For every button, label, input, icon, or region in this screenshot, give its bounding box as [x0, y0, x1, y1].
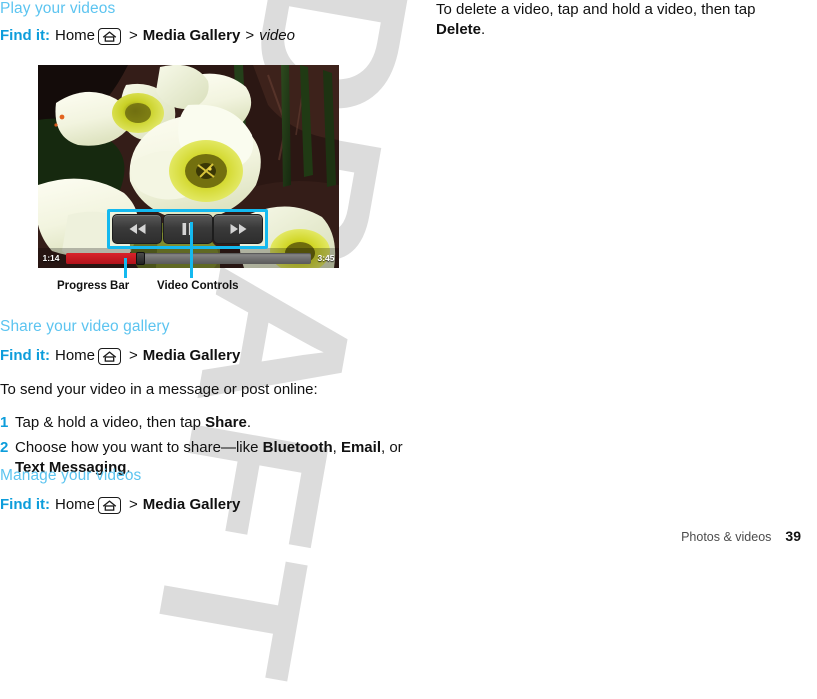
- emphasis-text: Share: [205, 413, 247, 431]
- callout-label-video-controls: Video Controls: [157, 280, 239, 292]
- step-number: 1: [0, 413, 9, 431]
- callout-leader-progress-bar: [124, 258, 127, 278]
- left-column: Play your videos Find it: Home > Media G…: [0, 0, 418, 556]
- find-it-path-2: Find it: Home > Media Gallery: [0, 347, 418, 366]
- plain-text: .: [246, 413, 252, 431]
- plain-text: To delete a video, tap and hold a video,…: [436, 1, 756, 18]
- path-target-media-gallery: Media Gallery: [142, 346, 241, 364]
- section-manage-your-videos: Manage your videos Find it: Home > Media…: [0, 467, 418, 515]
- path-target-media-gallery: Media Gallery: [142, 495, 241, 513]
- home-icon: [98, 347, 121, 365]
- path-separator-1: >: [129, 495, 138, 513]
- path-separator-2: >: [245, 26, 255, 44]
- emphasis-text: Bluetooth: [262, 439, 333, 457]
- callout-label-progress-bar: Progress Bar: [57, 280, 130, 292]
- section-heading-manage-videos: Manage your videos: [0, 467, 142, 484]
- section-share-your-video-gallery: Share your video gallery Find it: Home >…: [0, 318, 418, 484]
- plain-text: Tap & hold a video, then tap: [15, 413, 206, 431]
- progress-thumb[interactable]: [135, 251, 145, 265]
- section-heading-play-videos: Play your videos: [0, 0, 116, 17]
- video-player-figure: 1:14 3:45: [38, 65, 339, 268]
- total-time-label: 3:45: [317, 253, 335, 263]
- section-play-your-videos: Play your videos Find it: Home > Media G…: [0, 0, 418, 46]
- delete-video-paragraph: To delete a video, tap and hold a video,…: [436, 0, 796, 41]
- video-controls-group[interactable]: [112, 214, 263, 244]
- share-intro-text: To send your video in a message or post …: [0, 380, 318, 398]
- progress-fill: [66, 252, 140, 264]
- plain-text: .: [481, 21, 486, 39]
- right-column: To delete a video, tap and hold a video,…: [436, 0, 817, 556]
- find-it-label: Find it:: [0, 495, 50, 513]
- find-it-home: Home: [54, 26, 95, 44]
- step-text: Tap & hold a video, then tap Share.: [15, 413, 418, 433]
- plain-text: , or: [381, 439, 403, 457]
- plain-text: Choose how you want to share—like: [15, 439, 263, 457]
- find-it-path-3: Find it: Home > Media Gallery: [0, 496, 418, 515]
- path-separator-1: >: [129, 26, 138, 44]
- home-icon: [98, 27, 121, 45]
- pause-button[interactable]: [162, 214, 213, 244]
- path-target-video: video: [259, 26, 295, 44]
- elapsed-time-label: 1:14: [42, 253, 60, 263]
- footer-chapter-title: Photos & videos: [681, 530, 772, 544]
- manual-page: DRAFT Play your videos Find it: Home > M…: [0, 0, 817, 699]
- list-item: 1 Tap & hold a video, then tap Share.: [0, 413, 418, 433]
- find-it-home: Home: [54, 346, 95, 364]
- video-controls-highlight: [107, 209, 268, 249]
- emphasis-text: Email: [340, 439, 381, 457]
- home-icon: [98, 496, 121, 514]
- path-target-media-gallery: Media Gallery: [142, 26, 241, 44]
- plain-text: ,: [332, 439, 341, 457]
- section-heading-share-gallery: Share your video gallery: [0, 318, 170, 335]
- find-it-home: Home: [54, 495, 95, 513]
- page-footer: Photos & videos 39: [681, 528, 801, 544]
- emphasis-text: Delete: [436, 21, 482, 39]
- fast-forward-button[interactable]: [213, 214, 263, 244]
- find-it-label: Find it:: [0, 26, 50, 44]
- video-progress-bar[interactable]: 1:14 3:45: [38, 248, 339, 268]
- find-it-label: Find it:: [0, 346, 50, 364]
- path-separator-1: >: [129, 346, 138, 364]
- rewind-button[interactable]: [112, 214, 162, 244]
- progress-track[interactable]: [66, 251, 311, 265]
- find-it-path-1: Find it: Home > Media Gallery > video: [0, 27, 418, 46]
- footer-page-number: 39: [785, 528, 801, 544]
- callout-leader-video-controls: [190, 222, 193, 278]
